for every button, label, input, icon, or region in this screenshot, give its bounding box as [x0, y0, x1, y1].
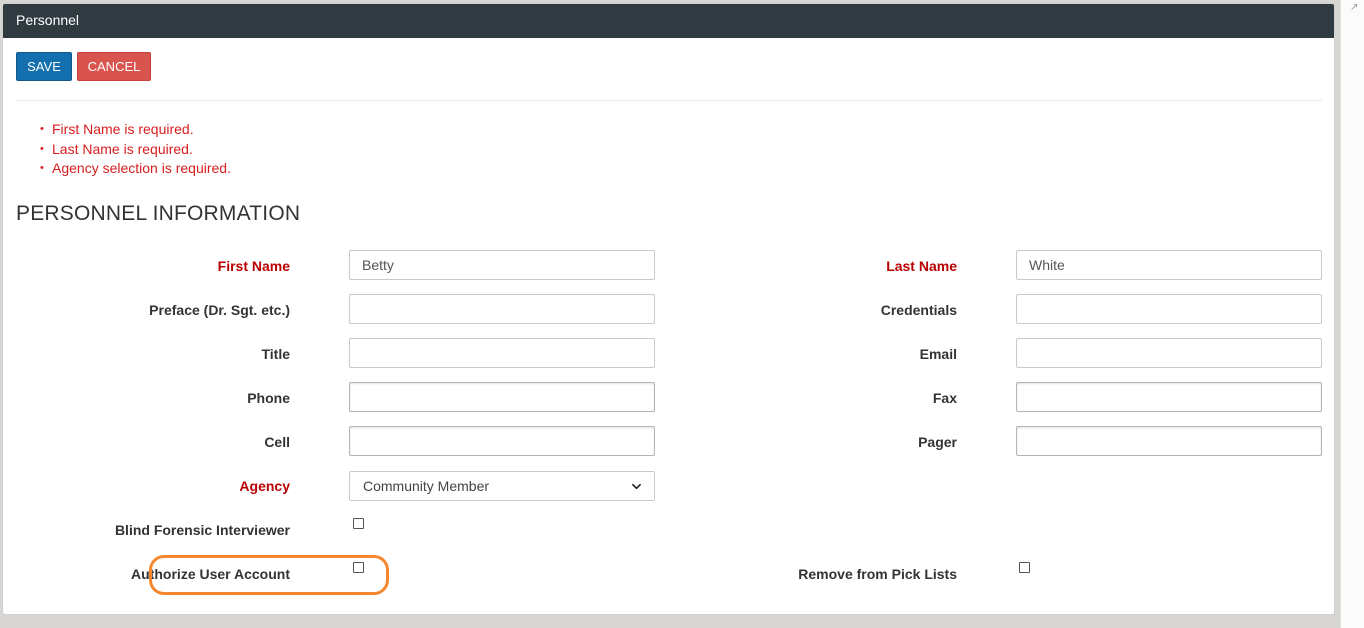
title-input[interactable] — [349, 338, 655, 368]
save-button[interactable]: SAVE — [16, 52, 72, 81]
email-label: Email — [919, 346, 957, 362]
first-name-input[interactable] — [349, 250, 655, 280]
phone-input[interactable] — [349, 382, 655, 412]
panel-title: Personnel — [16, 12, 80, 28]
last-name-label: Last Name — [886, 258, 957, 274]
toolbar-divider — [16, 100, 1322, 101]
cancel-button[interactable]: CANCEL — [77, 52, 151, 81]
agency-selected-value: Community Member — [363, 478, 490, 494]
pager-label: Pager — [918, 434, 957, 450]
preface-input[interactable] — [349, 294, 655, 324]
credentials-input[interactable] — [1016, 294, 1322, 324]
chevron-down-icon — [632, 483, 641, 490]
personnel-panel: Personnel SAVE CANCEL First Name is requ… — [2, 3, 1335, 615]
section-title: PERSONNEL INFORMATION — [16, 202, 301, 225]
last-name-input[interactable] — [1016, 250, 1322, 280]
error-message: Agency selection is required. — [40, 159, 231, 179]
cell-label: Cell — [264, 434, 290, 450]
validation-errors: First Name is required. Last Name is req… — [40, 120, 231, 179]
agency-label: Agency — [239, 478, 290, 494]
credentials-label: Credentials — [880, 302, 957, 318]
first-name-label: First Name — [217, 258, 290, 274]
fax-label: Fax — [932, 390, 957, 406]
fax-input[interactable] — [1016, 382, 1322, 412]
agency-select[interactable]: Community Member — [349, 471, 655, 501]
remove-pick-lists-checkbox[interactable] — [1019, 562, 1030, 573]
email-input[interactable] — [1016, 338, 1322, 368]
remove-pick-lists-label: Remove from Pick Lists — [798, 566, 957, 582]
toolbar: SAVE CANCEL — [16, 52, 151, 81]
title-label: Title — [261, 346, 290, 362]
blind-forensic-checkbox[interactable] — [353, 518, 364, 529]
error-message: First Name is required. — [40, 120, 231, 140]
preface-label: Preface (Dr. Sgt. etc.) — [149, 302, 290, 318]
scrollbar[interactable]: ↗ — [1340, 0, 1364, 628]
pager-input[interactable] — [1016, 426, 1322, 456]
scroll-corner-icon: ↗ — [1350, 2, 1359, 13]
error-message: Last Name is required. — [40, 140, 231, 160]
highlight-annotation — [149, 555, 389, 595]
panel-header: Personnel — [3, 4, 1334, 38]
cell-input[interactable] — [349, 426, 655, 456]
blind-forensic-label: Blind Forensic Interviewer — [114, 522, 290, 538]
phone-label: Phone — [247, 390, 290, 406]
